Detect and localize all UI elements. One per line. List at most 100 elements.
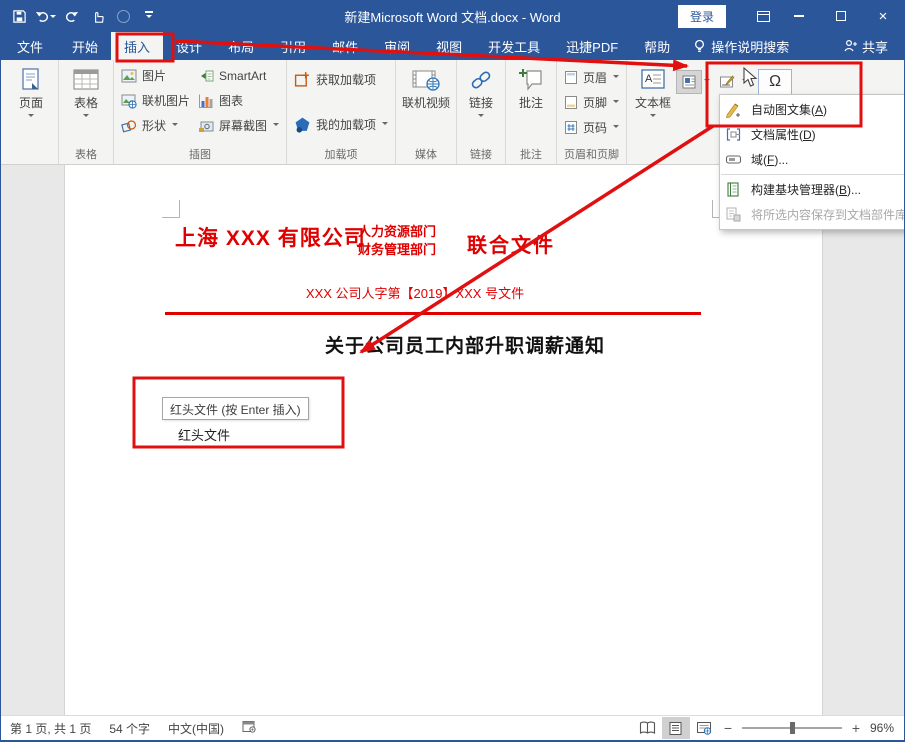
share-button[interactable]: 共享 (827, 32, 904, 60)
maximize-icon (836, 11, 846, 21)
undo-button[interactable] (33, 4, 57, 28)
tab-review[interactable]: 审阅 (371, 32, 423, 60)
tab-layout[interactable]: 布局 (215, 32, 267, 60)
doc-department-2: 财务管理部门 (358, 241, 436, 259)
get-addins-button[interactable]: 获取加载项 (290, 67, 392, 92)
get-addins-icon (294, 71, 311, 88)
zoom-in-button[interactable]: + (846, 720, 866, 736)
picture-label: 图片 (142, 67, 166, 84)
touch-hand-icon (90, 9, 105, 24)
title-bar: 新建Microsoft Word 文档.docx - Word 登录 × (1, 0, 904, 32)
picture-button[interactable]: 图片 (117, 63, 194, 88)
tab-mailings[interactable]: 邮件 (319, 32, 371, 60)
word-count[interactable]: 54 个字 (100, 720, 159, 737)
symbol-omega-button[interactable]: Ω (758, 69, 792, 95)
document-page[interactable]: 上海 XXX 有限公司 人力资源部门 财务管理部门 联合文件 XXX 公司人字第… (64, 165, 823, 715)
language-indicator[interactable]: 中文(中国) (159, 720, 233, 737)
zoom-percentage[interactable]: 96% (866, 721, 904, 735)
my-addins-button[interactable]: 我的加载项 (290, 112, 392, 137)
login-button[interactable]: 登录 (678, 5, 726, 28)
customize-disabled-button (111, 4, 135, 28)
pages-button[interactable]: 页面 (7, 63, 55, 120)
signature-line-button[interactable] (714, 70, 740, 94)
signature-line-dropdown-arrow[interactable] (742, 79, 748, 85)
menu-item-label: 域(F)... (751, 151, 788, 168)
tab-xunjie-pdf[interactable]: 迅捷PDF (553, 32, 631, 60)
doc-joint-file: 联合文件 (467, 229, 555, 258)
customize-qat-button[interactable] (137, 4, 161, 28)
tab-developer[interactable]: 开发工具 (475, 32, 553, 60)
zoom-slider-thumb[interactable] (790, 722, 795, 734)
menu-item-label: 自动图文集(A) (751, 101, 827, 118)
minimize-icon (794, 15, 804, 17)
page-indicator[interactable]: 第 1 页, 共 1 页 (1, 720, 100, 737)
online-video-label: 联机视频 (402, 97, 450, 110)
minimize-button[interactable] (778, 0, 820, 32)
macro-record-button[interactable] (233, 720, 265, 736)
zoom-out-button[interactable]: − (718, 720, 738, 736)
menu-item-field[interactable]: 域(F)... (720, 147, 905, 172)
page-number-button[interactable]: 页码 (560, 115, 623, 140)
web-layout-button[interactable] (690, 717, 718, 739)
doc-number: XXX 公司人字第【2019】XXX 号文件 (65, 283, 765, 302)
menu-item-document-property[interactable]: 文档属性(D) (720, 122, 905, 147)
quick-access-toolbar (1, 4, 161, 28)
tab-file[interactable]: 文件 (1, 32, 59, 60)
menu-item-autotext[interactable]: 自动图文集(A) (720, 97, 905, 122)
chart-button[interactable]: 图表 (194, 88, 283, 113)
maximize-button[interactable] (820, 0, 862, 32)
group-comments: 批注 批注 (506, 60, 557, 164)
menu-item-building-blocks[interactable]: 构建基块管理器(B)... (720, 177, 905, 202)
tab-references[interactable]: 引用 (267, 32, 319, 60)
save-button[interactable] (7, 4, 31, 28)
link-dropdown-arrow (478, 114, 484, 120)
comment-button[interactable]: 批注 (509, 63, 553, 110)
quick-parts-menu: 自动图文集(A) 文档属性(D) 域(F)... 构建基块管理器(B)... (719, 94, 905, 230)
tab-view[interactable]: 视图 (423, 32, 475, 60)
tell-me-search[interactable]: 操作说明搜索 (683, 32, 799, 60)
zoom-slider[interactable] (742, 727, 842, 729)
undo-dropdown-arrow[interactable] (50, 15, 56, 21)
doc-department-1: 人力资源部门 (358, 223, 436, 241)
header-button[interactable]: 页眉 (560, 65, 623, 90)
tab-help[interactable]: 帮助 (631, 32, 683, 60)
quick-parts-dropdown-arrow[interactable] (704, 79, 710, 85)
link-button[interactable]: 链接 (460, 63, 502, 120)
menu-separator (721, 174, 905, 175)
group-illustrations: 图片 联机图片 形状 (114, 60, 287, 164)
textbox-button[interactable]: A 文本框 (630, 63, 676, 120)
table-dropdown-arrow (83, 114, 89, 120)
print-layout-button[interactable] (662, 717, 690, 739)
save-icon (12, 9, 27, 24)
ribbon-display-options-icon (757, 11, 770, 22)
read-mode-button[interactable] (634, 717, 662, 739)
online-video-button[interactable]: 联机视频 (399, 63, 453, 110)
online-picture-button[interactable]: 联机图片 (117, 88, 194, 113)
group-label-illustrations: 插图 (114, 146, 286, 162)
smartart-button[interactable]: SmartArt (194, 63, 283, 88)
tab-insert[interactable]: 插入 (111, 32, 163, 60)
close-button[interactable]: × (862, 0, 904, 32)
repeat-button[interactable] (59, 4, 83, 28)
document-area: 上海 XXX 有限公司 人力资源部门 财务管理部门 联合文件 XXX 公司人字第… (1, 165, 904, 715)
shapes-button[interactable]: 形状 (117, 113, 194, 138)
quick-parts-icon (681, 74, 697, 90)
screenshot-label: 屏幕截图 (219, 117, 267, 134)
touch-mode-button[interactable] (85, 4, 109, 28)
screenshot-button[interactable]: 屏幕截图 (194, 113, 283, 138)
save-selection-icon (725, 206, 742, 223)
table-button[interactable]: 表格 (62, 63, 110, 120)
tab-design[interactable]: 设计 (163, 32, 215, 60)
ribbon-display-options-button[interactable] (748, 0, 778, 32)
autotext-typed-text[interactable]: 红头文件 (178, 425, 230, 444)
ribbon-tab-row: 文件 开始 插入 设计 布局 引用 邮件 审阅 视图 开发工具 迅捷PDF 帮助… (1, 32, 904, 60)
group-tables: 表格 表格 (59, 60, 114, 164)
footer-button[interactable]: 页脚 (560, 90, 623, 115)
doc-red-divider (165, 312, 701, 315)
tab-home[interactable]: 开始 (59, 32, 111, 60)
my-addins-dropdown-arrow (382, 122, 388, 128)
doc-company-name: 上海 XXX 有限公司 (175, 222, 366, 252)
my-addins-label: 我的加载项 (316, 116, 376, 133)
quick-parts-button[interactable] (676, 70, 702, 94)
repeat-icon (64, 9, 79, 24)
